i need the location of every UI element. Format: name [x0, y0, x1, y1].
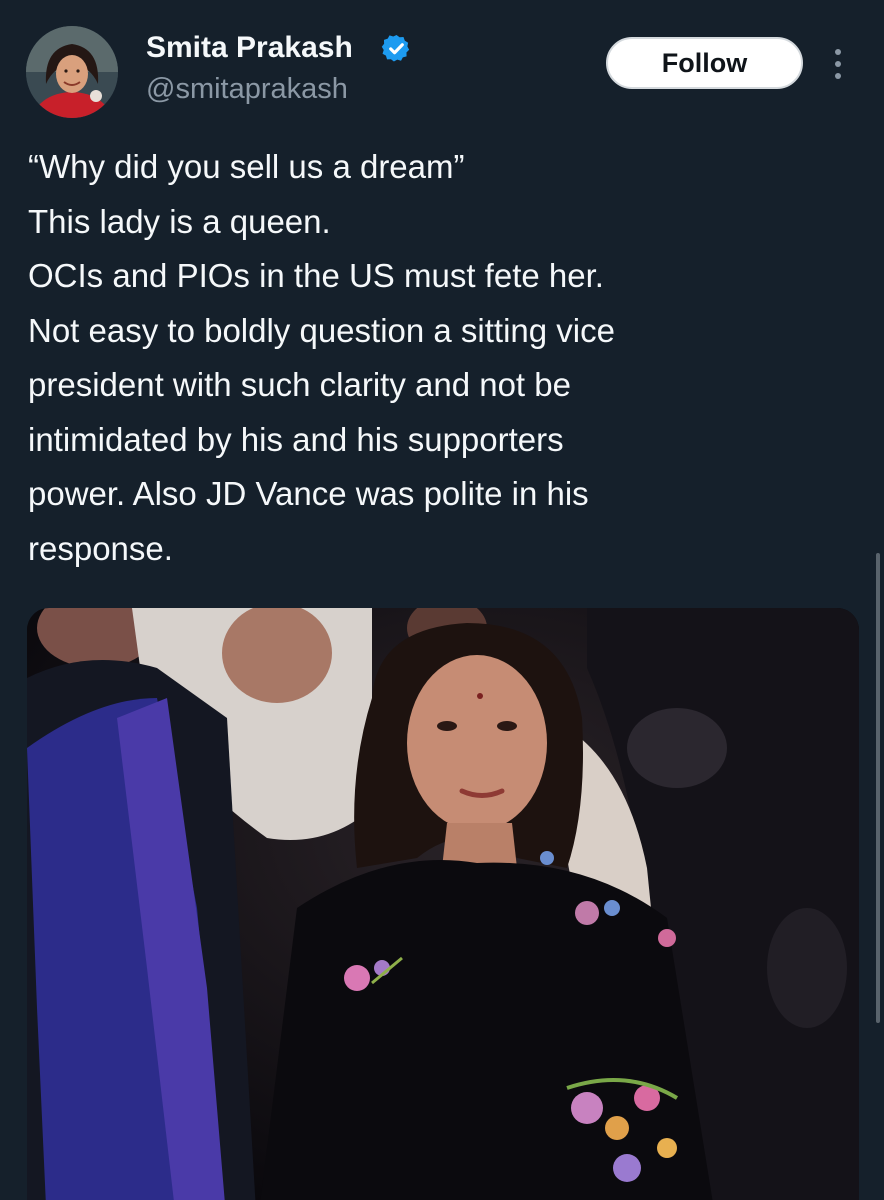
author-handle[interactable]: @smitaprakash: [146, 72, 348, 106]
photo-image: [27, 608, 859, 1200]
tweet-text-line: president with such clarity and not be: [28, 366, 571, 403]
tweet-text-line: This lady is a queen.: [28, 202, 331, 240]
tweet-text-line: OCIs and PIOs in the US must fete her.: [28, 257, 604, 294]
avatar-photo: [26, 26, 118, 118]
tweet-text-line: response.: [28, 529, 173, 567]
tweet-text-line: intimidated by his and his supporters: [28, 420, 564, 458]
tweet-text-line: Not easy to boldly question a sitting vi…: [28, 311, 615, 349]
author-avatar[interactable]: [26, 26, 118, 118]
author-display-name[interactable]: Smita Prakash: [146, 30, 353, 66]
follow-button[interactable]: Follow: [606, 37, 803, 89]
tweet-text: “Why did you sell us a dream” This lady …: [28, 140, 848, 576]
tweet-text-line: “Why did you sell us a dream”: [28, 148, 465, 185]
tweet-media-photo[interactable]: [27, 608, 859, 1200]
verified-badge-icon: [381, 34, 410, 62]
tweet-text-line: power. Also JD Vance was polite in his: [28, 475, 589, 512]
vertical-dots-icon[interactable]: [828, 44, 848, 84]
scrollbar[interactable]: [876, 553, 880, 1023]
